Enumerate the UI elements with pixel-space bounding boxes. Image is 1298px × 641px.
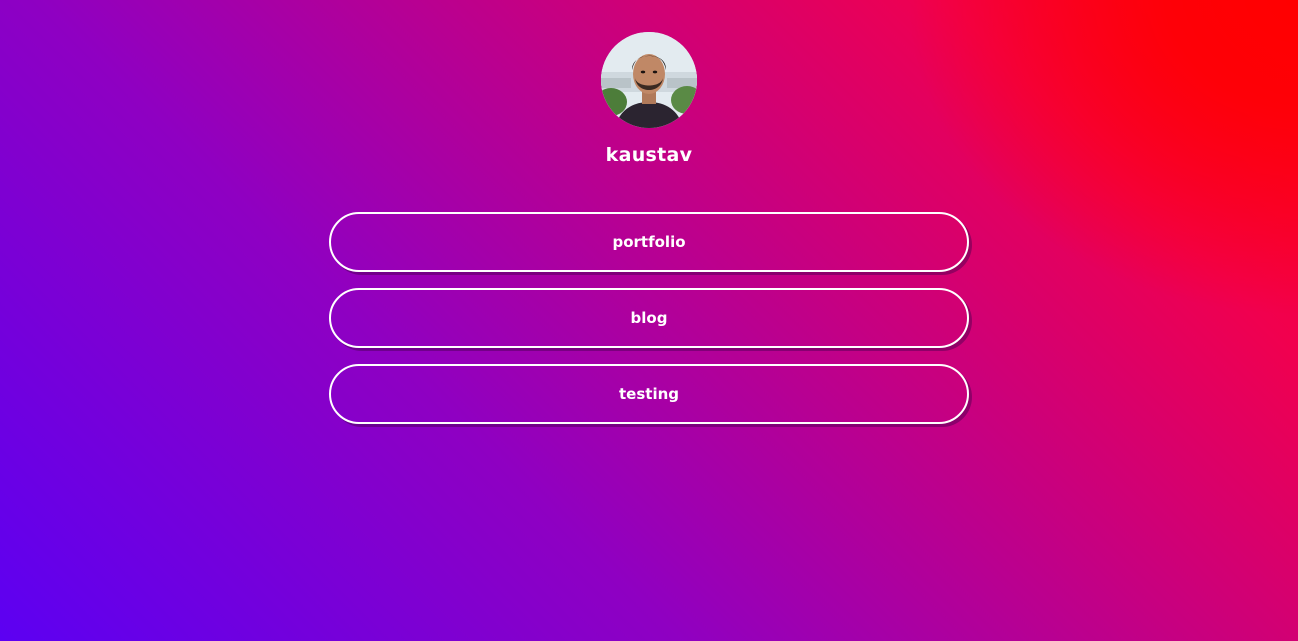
link-button-blog[interactable]: blog — [329, 288, 969, 348]
link-list: portfolio blog testing — [329, 212, 969, 440]
link-button-portfolio[interactable]: portfolio — [329, 212, 969, 272]
avatar — [601, 32, 697, 128]
profile-username: kaustav — [605, 144, 693, 166]
link-button-testing[interactable]: testing — [329, 364, 969, 424]
profile-photo-icon — [601, 32, 697, 128]
